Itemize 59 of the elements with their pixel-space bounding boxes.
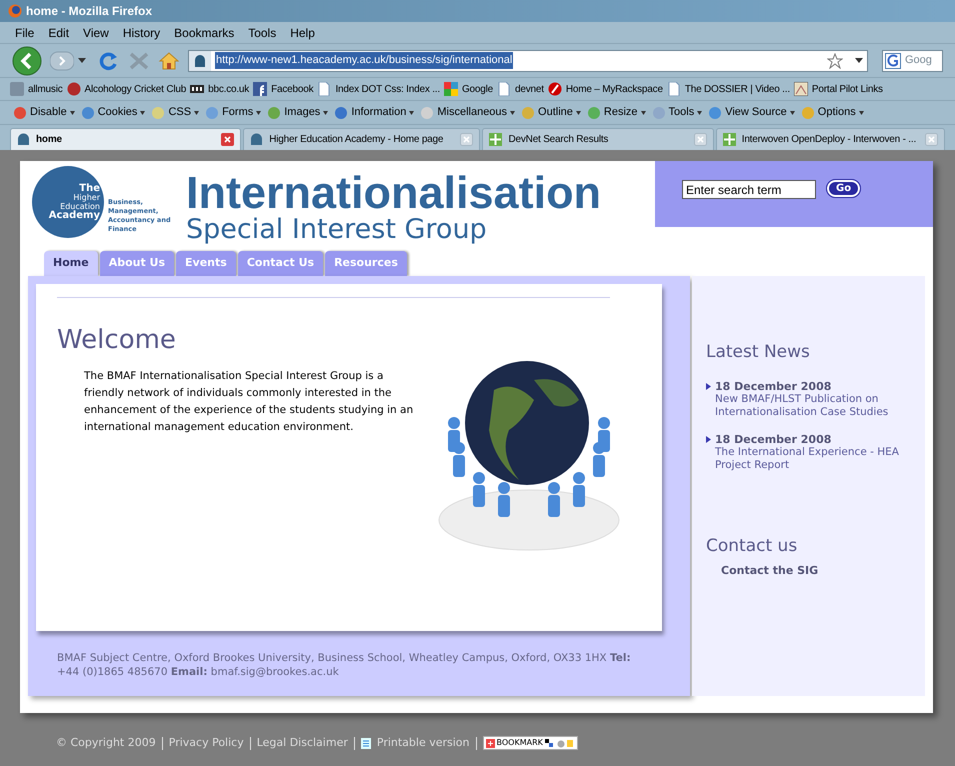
nav-tab[interactable]: Home bbox=[44, 251, 98, 276]
bookmark-link[interactable]: Home – MyRackspace bbox=[566, 82, 663, 96]
logo-text: Education bbox=[60, 202, 100, 211]
window-title: home - Mozilla Firefox bbox=[26, 3, 152, 20]
news-date: 18 December 2008 bbox=[715, 380, 832, 392]
toolbar-menu[interactable]: Cookies bbox=[98, 104, 138, 121]
browser-tab[interactable]: DevNet Search Results bbox=[482, 128, 714, 150]
bookmark-link[interactable]: Facebook bbox=[271, 82, 314, 96]
menu-item[interactable]: Help bbox=[290, 24, 315, 42]
menu-item[interactable]: Edit bbox=[48, 24, 70, 42]
address-field[interactable]: http://www-new1.heacademy.ac.uk/business/sig/international bbox=[188, 50, 868, 72]
toolbar-menu[interactable]: Disable bbox=[30, 104, 67, 121]
news-date: 18 December 2008 bbox=[715, 432, 832, 446]
contact-link[interactable]: Contact the SIG bbox=[721, 563, 925, 580]
bookmark-link[interactable]: Google bbox=[462, 82, 493, 96]
menu-item[interactable]: View bbox=[83, 24, 109, 42]
menu-item[interactable]: File bbox=[15, 24, 34, 42]
bookmark-link[interactable]: Portal Pilot Links bbox=[812, 82, 883, 96]
browser-tab[interactable]: Higher Education Academy - Home page bbox=[243, 128, 480, 150]
browser-tab[interactable]: home bbox=[10, 128, 242, 150]
copyright-text: © Copyright 2009 bbox=[56, 735, 156, 751]
news-link[interactable]: New BMAF/HLST Publication on Internationalisation Case Studies bbox=[715, 392, 900, 418]
bookmark-button[interactable]: BOOKMARK bbox=[482, 736, 578, 750]
go-button[interactable]: Go bbox=[827, 180, 860, 197]
welcome-paragraph: The BMAF Internationalisation Special Interest Group is a friendly network of individuals commonly interested in the enhancement of the experience of the students studying in an international management education environment. bbox=[84, 369, 414, 435]
bookmark-link[interactable]: Index DOT Css: Index ... bbox=[335, 82, 440, 96]
bookmark-link[interactable]: Alcohology Cricket Club bbox=[84, 82, 186, 96]
bookmark-link[interactable]: bbc.co.uk bbox=[208, 82, 250, 96]
toolbar-menu[interactable]: View Source bbox=[725, 104, 787, 121]
news-link[interactable]: The International Experience - HEA Project Report bbox=[715, 446, 900, 472]
site-title: Internationalisation bbox=[186, 172, 602, 214]
search-input[interactable]: Enter search term bbox=[682, 180, 816, 199]
news-heading: Latest News bbox=[706, 341, 811, 364]
toolbar-menu[interactable]: Images bbox=[284, 104, 320, 121]
bookmark-link[interactable]: allmusic bbox=[28, 82, 63, 96]
menu-item[interactable]: History bbox=[122, 24, 160, 42]
browser-tab[interactable]: Interwoven OpenDeploy - Interwoven - ... bbox=[716, 128, 945, 150]
toolbar-menu[interactable]: Miscellaneous bbox=[437, 104, 508, 121]
logo-text: Higher bbox=[73, 193, 100, 202]
welcome-heading: Welcome bbox=[57, 324, 177, 356]
toolbar-menu[interactable]: Forms bbox=[222, 104, 254, 121]
menu-item[interactable]: Bookmarks bbox=[174, 24, 234, 42]
toolbar-menu[interactable]: CSS bbox=[168, 104, 192, 121]
toolbar-menu[interactable]: Information bbox=[351, 104, 406, 121]
url-text: http://www-new1.heacademy.ac.uk/business/sig/international bbox=[215, 52, 514, 69]
search-field[interactable]: Goog bbox=[882, 50, 943, 72]
toolbar-menu[interactable]: Outline bbox=[538, 104, 573, 121]
footer-address: BMAF Subject Centre, Oxford Brookes University, Business School, Wheatley Campus, Oxford, OX33 1HX Tel: +44 (0)1865 485670 Email: bmaf.sig@brookes.ac.uk bbox=[57, 651, 632, 679]
logo-text: Academy bbox=[48, 211, 100, 220]
bookmark-link[interactable]: devnet bbox=[515, 82, 544, 96]
site-subtitle: Special Interest Group bbox=[186, 214, 488, 246]
toolbar-menu[interactable]: Tools bbox=[668, 104, 694, 121]
logo-text: The bbox=[79, 184, 100, 193]
bookmark-link[interactable]: The DOSSIER | Video ... bbox=[684, 82, 790, 96]
menu-item[interactable]: Tools bbox=[248, 24, 276, 42]
toolbar-menu[interactable]: Resize bbox=[604, 104, 638, 121]
toolbar-menu[interactable]: Options bbox=[818, 104, 856, 121]
contact-heading: Contact us bbox=[706, 534, 798, 558]
search-placeholder: Goog bbox=[905, 53, 932, 68]
